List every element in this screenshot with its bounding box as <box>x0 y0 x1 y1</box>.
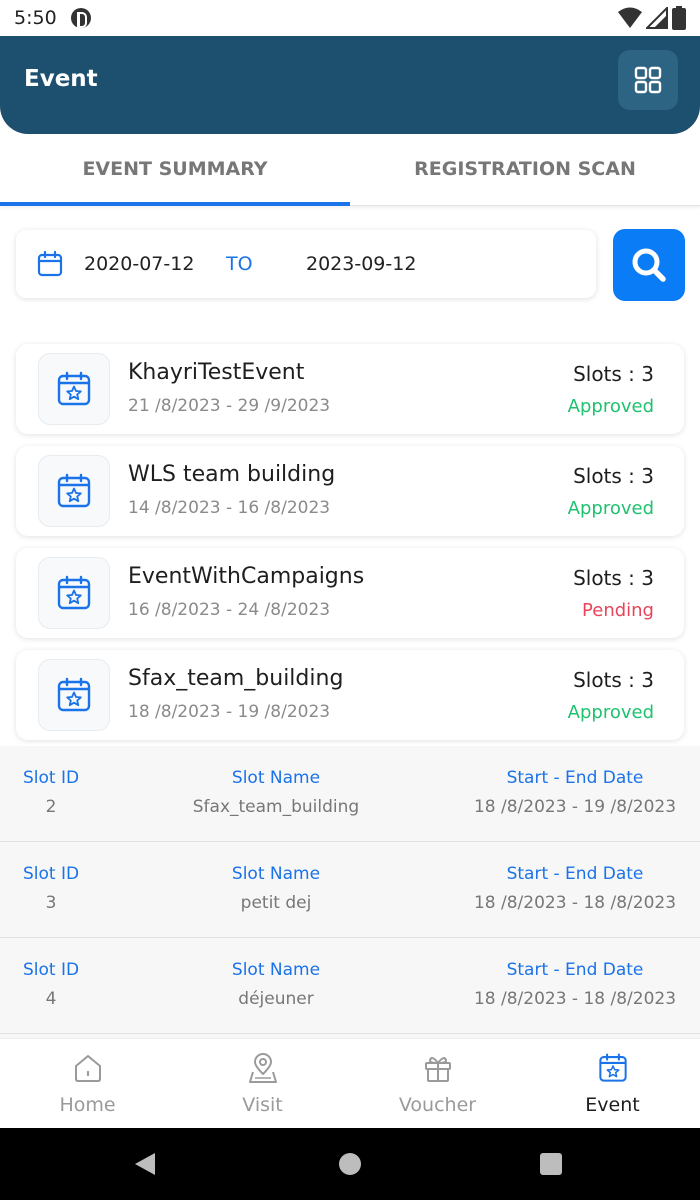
calendar-star-icon <box>598 1053 627 1082</box>
date-range-separator: TO <box>226 253 253 275</box>
event-card[interactable]: WLS team building 14 /8/2023 - 16 /8/202… <box>16 446 684 536</box>
status-badge: Approved <box>567 396 654 417</box>
event-name: EventWithCampaigns <box>128 564 365 589</box>
tab-bar: EVENT SUMMARY REGISTRATION SCAN <box>0 134 700 206</box>
search-button[interactable] <box>613 229 685 301</box>
status-badge: Approved <box>567 498 654 519</box>
status-bar: 5:50 <box>0 0 700 36</box>
nav-item-home[interactable]: Home <box>0 1039 175 1128</box>
nav-item-visit[interactable]: Visit <box>175 1039 350 1128</box>
calendar-icon <box>37 250 63 277</box>
event-card[interactable]: EventWithCampaigns 16 /8/2023 - 24 /8/20… <box>16 548 684 638</box>
slot-id: 2 <box>45 797 57 817</box>
event-card[interactable]: Sfax_team_building 18 /8/2023 - 19 /8/20… <box>16 650 684 740</box>
status-indicators <box>618 6 686 30</box>
slot-dates: 18 /8/2023 - 19 /8/2023 <box>473 797 677 817</box>
event-name: KhayriTestEvent <box>128 360 305 385</box>
status-badge: Approved <box>567 702 654 723</box>
nav-label: Event <box>585 1094 640 1116</box>
calendar-star-icon <box>57 677 91 712</box>
slot-id: 3 <box>45 893 57 913</box>
battery-icon <box>672 6 686 30</box>
status-time: 5:50 <box>14 7 57 29</box>
event-slots: Slots : 3 <box>573 362 654 386</box>
grid-icon <box>634 66 662 94</box>
slot-name: petit dej <box>240 893 312 913</box>
slot-name-header: Slot Name <box>231 960 321 980</box>
system-navigation-bar <box>0 1128 700 1200</box>
slot-id-header: Slot ID <box>22 768 80 788</box>
nav-item-event[interactable]: Event <box>525 1039 700 1128</box>
event-dates: 16 /8/2023 - 24 /8/2023 <box>128 600 331 620</box>
slot-dates-header: Start - End Date <box>506 864 644 884</box>
start-date-field[interactable]: 2020-07-12 <box>84 253 212 275</box>
nav-item-voucher[interactable]: Voucher <box>350 1039 525 1128</box>
event-slots: Slots : 3 <box>573 464 654 488</box>
event-icon-box <box>38 659 110 731</box>
tab-event-summary[interactable]: EVENT SUMMARY <box>0 134 350 206</box>
grid-menu-button[interactable] <box>618 50 678 110</box>
slot-row[interactable]: Slot ID Slot Name Start - End Date 4 déj… <box>0 938 700 1034</box>
event-icon-box <box>38 455 110 527</box>
slot-row[interactable]: Slot ID Slot Name Start - End Date 3 pet… <box>0 842 700 938</box>
end-date-field[interactable]: 2023-09-12 <box>306 253 416 275</box>
nav-label: Visit <box>242 1094 283 1116</box>
calendar-star-icon <box>57 473 91 508</box>
event-name: WLS team building <box>128 462 336 487</box>
bottom-navigation: Home Visit Voucher Event <box>0 1038 700 1128</box>
slot-dates-header: Start - End Date <box>506 960 644 980</box>
home-icon <box>74 1055 101 1082</box>
wifi-icon <box>618 7 642 28</box>
tab-registration-scan[interactable]: REGISTRATION SCAN <box>350 134 700 205</box>
nav-label: Home <box>59 1094 116 1116</box>
slot-list: Slot ID Slot Name Start - End Date 2 Sfa… <box>0 746 700 1038</box>
calendar-star-icon <box>57 575 91 610</box>
slot-id: 4 <box>45 989 57 1009</box>
nav-label: Voucher <box>398 1094 477 1116</box>
signal-icon <box>646 7 668 29</box>
slot-dates-header: Start - End Date <box>506 768 644 788</box>
event-icon-box <box>38 353 110 425</box>
slot-name: Sfax_team_building <box>192 797 360 817</box>
page-title: Event <box>24 66 98 92</box>
slot-name-header: Slot Name <box>231 768 321 788</box>
slot-dates: 18 /8/2023 - 18 /8/2023 <box>473 893 677 913</box>
event-name: Sfax_team_building <box>128 666 344 691</box>
home-circle-icon[interactable] <box>339 1153 361 1175</box>
app-header: Event <box>0 36 700 134</box>
event-card[interactable]: KhayriTestEvent 21 /8/2023 - 29 /9/2023 … <box>16 344 684 434</box>
slot-dates: 18 /8/2023 - 18 /8/2023 <box>473 989 677 1009</box>
status-badge: Pending <box>582 600 654 621</box>
event-icon-box <box>38 557 110 629</box>
slot-id-header: Slot ID <box>22 864 80 884</box>
event-dates: 14 /8/2023 - 16 /8/2023 <box>128 498 331 518</box>
slot-name-header: Slot Name <box>231 864 321 884</box>
map-pin-icon <box>248 1053 277 1083</box>
slot-row[interactable]: Slot ID Slot Name Start - End Date 2 Sfa… <box>0 746 700 842</box>
slot-name: déjeuner <box>238 989 314 1009</box>
search-icon <box>632 248 666 282</box>
event-slots: Slots : 3 <box>573 668 654 692</box>
slot-id-header: Slot ID <box>22 960 80 980</box>
notification-app-icon <box>70 8 91 28</box>
event-dates: 21 /8/2023 - 29 /9/2023 <box>128 396 331 416</box>
back-icon[interactable] <box>134 1152 156 1176</box>
calendar-star-icon <box>57 371 91 406</box>
gift-icon <box>424 1057 451 1082</box>
date-range-picker[interactable]: 2020-07-12 TO 2023-09-12 <box>16 230 596 298</box>
event-slots: Slots : 3 <box>573 566 654 590</box>
recent-apps-icon[interactable] <box>540 1153 562 1175</box>
event-dates: 18 /8/2023 - 19 /8/2023 <box>128 702 331 722</box>
